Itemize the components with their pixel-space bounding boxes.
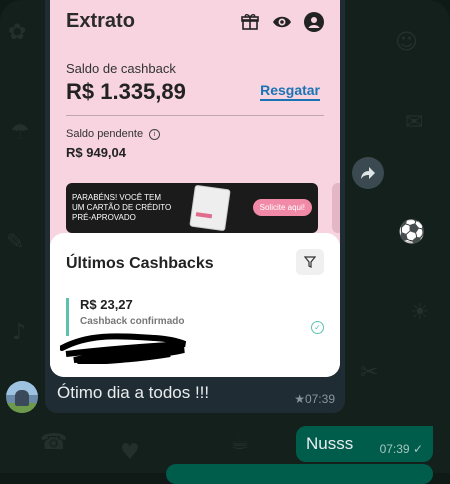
wallpaper-doodle-icon: ⚽: [398, 220, 426, 245]
outgoing-message-partial[interactable]: [166, 464, 433, 484]
gift-icon: [240, 12, 260, 32]
cashback-item-status: Cashback confirmado: [80, 316, 185, 327]
page-title: Extrato: [66, 10, 135, 32]
wallpaper-doodle-icon: ✂: [360, 360, 379, 385]
banner-line-2: UM CARTÃO DE CRÉDITO: [72, 203, 172, 212]
outgoing-time: 07:39 ✓: [379, 442, 423, 456]
cashback-label: Saldo de cashback: [66, 61, 176, 76]
cashbacks-section: Últimos Cashbacks R$ 23,27 Cashback conf…: [50, 233, 340, 377]
credit-card-image: [189, 184, 231, 232]
banner-line-1: PARABÉNS! VOCÊ TEM: [72, 193, 162, 202]
outgoing-message[interactable]: Nusss 07:39 ✓: [296, 426, 433, 462]
banner-button: Solicite aqui!: [252, 199, 312, 216]
info-icon: i: [149, 128, 161, 140]
pending-amount: R$ 949,04: [66, 145, 126, 160]
cashback-item-amount: R$ 23,27: [80, 297, 133, 312]
sender-avatar[interactable]: [6, 381, 38, 413]
wallpaper-doodle-icon: ✿: [8, 20, 27, 45]
profile-icon: [304, 12, 324, 32]
forward-icon: [361, 167, 375, 179]
message-text: Ótimo dia a todos !!!: [57, 383, 210, 402]
cashback-amount: R$ 1.335,89: [66, 79, 186, 104]
message-time: ★07:39: [294, 392, 335, 406]
wallpaper-doodle-icon: ☎: [40, 430, 68, 455]
credit-card-banner: PARABÉNS! VOCÊ TEM UM CARTÃO DE CRÉDITO …: [66, 183, 318, 233]
wallpaper-doodle-icon: ✉: [405, 110, 424, 135]
wallpaper-doodle-icon: ☂: [10, 120, 30, 145]
wallpaper-doodle-icon: ☺: [395, 30, 418, 55]
outgoing-text: Nusss: [306, 434, 354, 453]
check-icon: ✓: [311, 321, 324, 334]
wallpaper-doodle-icon: ☀: [410, 300, 430, 325]
resgatar-link: Resgatar: [260, 82, 320, 101]
pending-label: Saldo pendente: [66, 128, 144, 140]
wallpaper-doodle-icon: ☕: [230, 430, 250, 455]
filter-icon: [296, 249, 324, 275]
forward-button[interactable]: [352, 157, 384, 189]
wallpaper-doodle-icon: ♥: [120, 440, 140, 465]
next-banner-peek: [332, 183, 340, 233]
eye-icon: [272, 12, 292, 32]
redaction-scribble: [60, 333, 187, 364]
divider: [66, 115, 324, 116]
pending-label-row: Saldo pendente i: [66, 128, 161, 140]
banner-line-3: PRÉ-APROVADO: [72, 213, 136, 222]
wallpaper-doodle-icon: ♪: [12, 320, 27, 345]
section-title: Últimos Cashbacks: [66, 255, 214, 272]
screenshot-image[interactable]: Extrato Saldo de cashback R$ 1.335,89 Re…: [50, 0, 340, 377]
wallpaper-doodle-icon: ✎: [6, 230, 25, 255]
balance-panel: Extrato Saldo de cashback R$ 1.335,89 Re…: [50, 0, 340, 245]
incoming-message[interactable]: Extrato Saldo de cashback R$ 1.335,89 Re…: [45, 0, 345, 413]
